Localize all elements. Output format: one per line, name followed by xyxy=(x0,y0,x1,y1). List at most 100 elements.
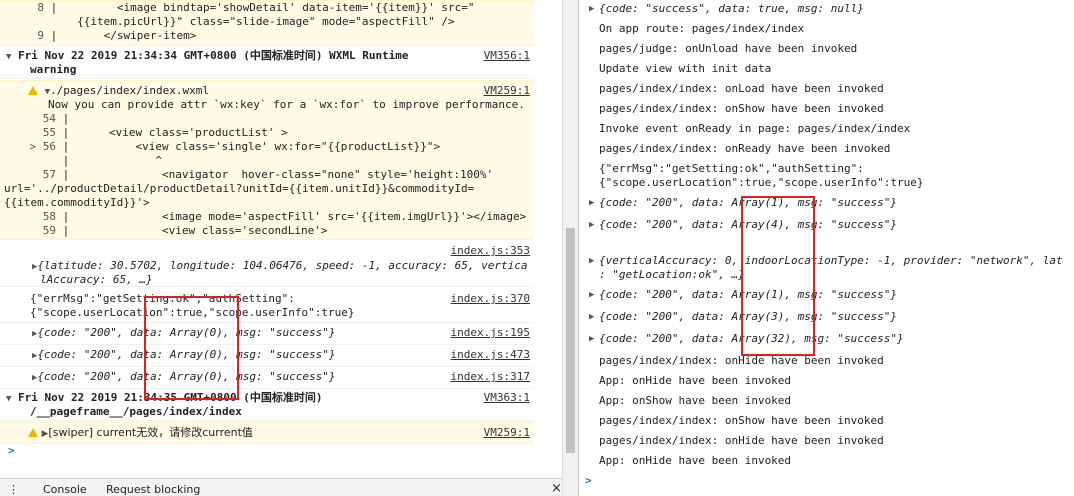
group-title: ▼ Fri Nov 22 2019 21:34:35 GMT+0800 (中国标… xyxy=(6,391,323,404)
log-line: On app route: pages/index/index xyxy=(599,22,805,35)
source-link[interactable]: VM356:1 xyxy=(484,49,530,62)
source-link[interactable]: VM259:1 xyxy=(484,84,530,97)
log-text: {"errMsg":"getSetting:ok","authSetting":… xyxy=(599,162,1074,190)
expand-arrow-icon[interactable]: ▶ xyxy=(589,332,594,346)
log-object[interactable]: ▶ {verticalAccuracy: 0, indoorLocationTyp… xyxy=(589,254,1074,282)
expand-arrow-icon[interactable]: ▶ xyxy=(589,310,594,324)
left-scrollbar[interactable] xyxy=(562,0,578,496)
expand-arrow-icon[interactable]: ▼ xyxy=(6,394,11,404)
expand-arrow-icon[interactable]: ▶ xyxy=(589,2,594,16)
code-line: 54 | xyxy=(42,112,76,125)
source-link[interactable]: index.js:353 xyxy=(451,244,530,257)
log-line: App: onHide have been invoked xyxy=(599,374,792,387)
log-text: pages/index/index: onShow have been invo… xyxy=(599,414,1074,428)
source-link[interactable]: VM363:1 xyxy=(484,391,530,404)
code-snippet-top: 8 | <image bindtap='showDetail' data-ite… xyxy=(0,0,534,46)
swiper-warning[interactable]: ▶[swiper] current无效，请修改current值 VM259:1 xyxy=(0,422,534,444)
log-group-header[interactable]: ▼ Fri Nov 22 2019 21:34:34 GMT+0800 (中国标… xyxy=(0,46,534,79)
log-text: App: onHide have been invoked xyxy=(599,374,1074,388)
log-line: {"errMsg":"getSetting:ok","authSetting": xyxy=(599,162,864,175)
log-object: ▶{latitude: 30.5702, longitude: 104.0647… xyxy=(32,259,528,272)
code-line: > 56 | <view class='single' wx:for="{{pr… xyxy=(29,140,441,153)
scrollbar-thumb[interactable] xyxy=(566,228,575,453)
expand-arrow-icon[interactable]: ▶ xyxy=(589,288,594,302)
source-link[interactable]: index.js:473 xyxy=(451,348,530,361)
log-line: pages/index/index: onShow have been invo… xyxy=(599,414,884,427)
log-object[interactable]: ▶ {code: "200", data: Array(32), msg: "su… xyxy=(589,332,1074,346)
log-line: pages/index/index: onHide have been invo… xyxy=(599,434,884,447)
warning-file[interactable]: ▼./pages/index/index.wxml xyxy=(28,84,534,99)
log-text: pages/judge: onUnload have been invoked xyxy=(599,42,1074,56)
log-line: {verticalAccuracy: 0, indoorLocationType… xyxy=(599,254,1063,267)
log-group-header[interactable]: ▼ Fri Nov 22 2019 21:34:35 GMT+0800 (中国标… xyxy=(0,390,534,421)
log-text: pages/index/index: onReady have been inv… xyxy=(599,142,1074,156)
highlight-box xyxy=(741,196,815,356)
log-line: Update view with init data xyxy=(599,62,772,75)
log-line: {code: "success", data: true, msg: null} xyxy=(599,2,864,15)
console-prompt[interactable]: > xyxy=(8,444,562,458)
log-line: pages/judge: onUnload have been invoked xyxy=(599,42,858,55)
wxml-warning: ▼./pages/index/index.wxml VM259:1 Now yo… xyxy=(0,80,534,240)
warning-icon xyxy=(28,428,38,437)
log-text: On app route: pages/index/index xyxy=(599,22,1074,36)
expand-arrow-icon[interactable]: ▶ xyxy=(589,218,594,232)
tab-console[interactable]: Console xyxy=(43,483,87,496)
code-line: 59 | <view class='secondLine'> xyxy=(42,224,328,237)
log-text: App: onHide have been invoked xyxy=(599,454,1074,468)
log-object-cont: lAccuracy: 65, …} xyxy=(40,273,153,286)
log-line-cont: : "getLocation:ok", …} xyxy=(599,268,745,281)
log-row[interactable]: ▶{code: "200", data: Array(0), msg: "suc… xyxy=(0,322,534,345)
highlight-box xyxy=(144,296,239,400)
expand-arrow-icon[interactable]: ▶ xyxy=(589,196,594,210)
group-title: ▼ Fri Nov 22 2019 21:34:34 GMT+0800 (中国标… xyxy=(6,49,409,62)
log-text: pages/index/index: onLoad have been invo… xyxy=(599,82,1074,96)
log-object[interactable]: ▶ {code: "200", data: Array(1), msg: "suc… xyxy=(589,288,1074,302)
code-line: {{item.commodityId}}'> xyxy=(4,196,150,209)
code-line: 8 | <image bindtap='showDetail' data-ite… xyxy=(37,1,475,14)
warning-message: Now you can provide attr `wx:key` for a … xyxy=(48,98,525,111)
code-line: 57 | <navigator hover-class="none" style… xyxy=(42,168,494,181)
warning-icon xyxy=(28,86,38,95)
log-text: App: onShow have been invoked xyxy=(599,394,1074,408)
expand-arrow-icon[interactable]: ▶ xyxy=(589,254,594,268)
log-line: pages/index/index: onLoad have been invo… xyxy=(599,82,884,95)
source-link[interactable]: VM259:1 xyxy=(484,426,530,439)
group-title-cont: /__pageframe__/pages/index/index xyxy=(30,405,242,418)
group-title-cont: warning xyxy=(30,63,77,76)
setting-log: {"errMsg":"getSetting:ok","authSetting":… xyxy=(0,290,534,323)
code-line: | ^ xyxy=(56,154,162,167)
right-console-pane: ▶ {code: "success", data: true, msg: null… xyxy=(578,0,1074,496)
log-text: Invoke event onReady in page: pages/inde… xyxy=(599,122,1074,136)
close-icon[interactable]: × xyxy=(551,481,562,496)
menu-icon[interactable]: ⋮ xyxy=(8,483,19,496)
code-line: 58 | <image mode='aspectFill' src='{{ite… xyxy=(42,210,527,223)
drawer-tab-bar: ⋮ Console Request blocking × xyxy=(0,478,562,496)
source-link[interactable]: index.js:370 xyxy=(451,292,530,305)
log-text: pages/index/index: onShow have been invo… xyxy=(599,102,1074,116)
log-text-cont: {"scope.userLocation":true,"scope.userIn… xyxy=(30,306,355,319)
code-line: 9 | </swiper-item> xyxy=(37,29,197,42)
log-text: pages/index/index: onHide have been invo… xyxy=(599,354,1074,368)
code-line: 55 | <view class='productList' > xyxy=(42,126,288,139)
expand-arrow-icon[interactable]: ▼ xyxy=(6,52,11,62)
code-line: {{item.picUrl}}" class="slide-image" mod… xyxy=(63,15,455,28)
log-row[interactable]: ▶{code: "200", data: Array(0), msg: "suc… xyxy=(0,366,534,389)
log-line: pages/index/index: onReady have been inv… xyxy=(599,142,891,155)
log-line: Invoke event onReady in page: pages/inde… xyxy=(599,122,911,135)
warning-text: ▶[swiper] current无效，请修改current值 xyxy=(28,426,534,441)
log-row[interactable]: ▶{code: "200", data: Array(0), msg: "suc… xyxy=(0,344,534,367)
log-object[interactable]: ▶ {code: "200", data: Array(4), msg: "suc… xyxy=(589,218,1074,232)
log-line: pages/index/index: onShow have been invo… xyxy=(599,102,884,115)
tab-request-blocking[interactable]: Request blocking xyxy=(106,483,200,496)
log-text: Update view with init data xyxy=(599,62,1074,76)
log-line-cont: {"scope.userLocation":true,"scope.userIn… xyxy=(599,176,924,189)
log-object[interactable]: ▶ {code: "success", data: true, msg: null… xyxy=(589,2,1074,16)
console-prompt[interactable]: > xyxy=(585,474,1074,488)
source-link[interactable]: index.js:195 xyxy=(451,326,530,339)
log-object[interactable]: ▶ {code: "200", data: Array(1), msg: "suc… xyxy=(589,196,1074,210)
left-console-pane: 8 | <image bindtap='showDetail' data-ite… xyxy=(0,0,562,496)
log-object[interactable]: ▶ {code: "200", data: Array(3), msg: "suc… xyxy=(589,310,1074,324)
location-log[interactable]: index.js:353 ▶{latitude: 30.5702, longit… xyxy=(0,242,534,287)
source-link[interactable]: index.js:317 xyxy=(451,370,530,383)
log-text: pages/index/index: onHide have been invo… xyxy=(599,434,1074,448)
